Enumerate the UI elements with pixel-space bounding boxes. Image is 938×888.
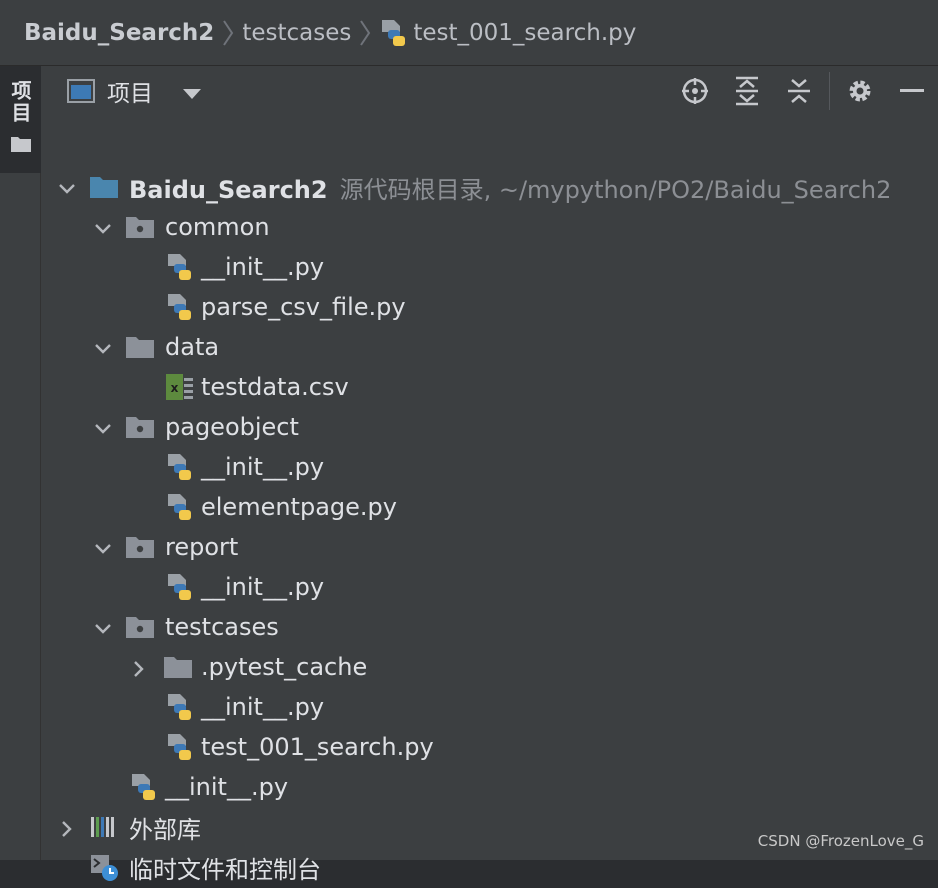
locate-file-button[interactable] (669, 66, 721, 116)
settings-button[interactable] (834, 66, 886, 116)
chevron-down-icon[interactable] (57, 177, 77, 197)
breadcrumb-folder[interactable]: testcases (242, 20, 351, 46)
tree-row-label: __init__.py (201, 253, 325, 281)
root-name: Baidu_Search2 (129, 175, 328, 204)
chevron-down-icon[interactable] (93, 217, 113, 237)
package-folder-icon (125, 612, 155, 642)
tree-row[interactable]: parse_csv_file.py (41, 287, 938, 327)
library-icon (89, 812, 119, 842)
chevron-right-icon (214, 17, 242, 49)
tree-row-label: .pytest_cache (201, 653, 368, 681)
tree-row-label: parse_csv_file.py (201, 293, 406, 321)
collapse-all-icon (788, 79, 810, 103)
chevron-right-icon (351, 17, 379, 49)
tree-row[interactable]: 临时文件和控制台 (41, 847, 938, 887)
tree-row[interactable]: __init__.py (41, 447, 938, 487)
chevron-down-icon[interactable] (93, 617, 113, 637)
watermark: CSDN @FrozenLove_G (757, 832, 924, 850)
project-toolbar: 项目 (41, 66, 938, 116)
python-file-icon (165, 572, 195, 602)
chevron-right-icon[interactable] (129, 657, 149, 677)
tree-row[interactable]: __init__.py (41, 247, 938, 287)
chevron-right-icon[interactable] (57, 817, 77, 837)
python-file-icon (165, 452, 195, 482)
python-file-icon (165, 692, 195, 722)
tree-row-label: __init__.py (201, 573, 325, 601)
window-icon (67, 79, 95, 103)
project-panel: 项目 Baidu_Search2 源代码根目录, ~/mypython/PO2/… (41, 66, 938, 884)
tree-row[interactable]: common (41, 207, 938, 247)
tree-row[interactable]: x testdata.csv (41, 367, 938, 407)
package-folder-icon (125, 212, 155, 242)
module-folder-icon (89, 172, 119, 202)
csv-file-icon: x (165, 372, 195, 402)
python-file-icon (165, 252, 195, 282)
scratch-console-icon (89, 852, 119, 882)
tree-row[interactable]: __init__.py (41, 567, 938, 607)
gear-icon (849, 80, 871, 102)
folder-icon (163, 652, 193, 682)
tree-row[interactable]: testcases (41, 607, 938, 647)
tree-row-label: elementpage.py (201, 493, 397, 521)
collapse-all-button[interactable] (773, 66, 825, 116)
tree-row[interactable]: pageobject (41, 407, 938, 447)
tree-root-row[interactable]: Baidu_Search2 源代码根目录, ~/mypython/PO2/Baid… (41, 167, 938, 207)
tree-row-label: pageobject (165, 413, 299, 441)
project-tab-label: 项目 (8, 80, 32, 124)
view-title: 项目 (107, 81, 153, 107)
tree-row[interactable]: __init__.py (41, 767, 938, 807)
python-file-icon (165, 292, 195, 322)
tree-row-label: 外部库 (129, 815, 201, 844)
tree-row-label: __init__.py (201, 693, 325, 721)
hide-panel-button[interactable] (886, 66, 938, 116)
tree-row[interactable]: elementpage.py (41, 487, 938, 527)
tree-row-label: 临时文件和控制台 (129, 855, 321, 884)
tree-row[interactable]: __init__.py (41, 687, 938, 727)
tree-row-label: common (165, 213, 270, 241)
python-file-icon (165, 732, 195, 762)
python-file-icon (165, 492, 195, 522)
tree-row-label: data (165, 333, 220, 361)
navigation-breadcrumb: Baidu_Search2 testcases test_001_search.… (0, 0, 938, 66)
dropdown-arrow-icon[interactable] (183, 85, 201, 99)
expand-all-button[interactable] (721, 66, 773, 116)
breadcrumb-file[interactable]: test_001_search.py (413, 20, 636, 46)
folder-icon (125, 332, 155, 362)
tree-root-label: Baidu_Search2 源代码根目录, ~/mypython/PO2/Baid… (129, 170, 891, 205)
tree-row[interactable]: report (41, 527, 938, 567)
tree-row[interactable]: test_001_search.py (41, 727, 938, 767)
view-selector[interactable]: 项目 (67, 74, 201, 108)
expand-all-icon (736, 76, 758, 106)
crosshair-icon (682, 78, 708, 104)
chevron-down-icon[interactable] (93, 537, 113, 557)
tree-row-label: testcases (165, 613, 279, 641)
tree-row-label: __init__.py (165, 773, 289, 801)
root-hint: 源代码根目录, ~/mypython/PO2/Baidu_Search2 (339, 175, 892, 204)
folder-icon (10, 136, 31, 152)
toolbar-divider (829, 72, 830, 110)
tool-window-strip: 项目 (0, 66, 41, 860)
breadcrumb-project[interactable]: Baidu_Search2 (24, 20, 214, 46)
tree-row-label: report (165, 533, 239, 561)
tree-row-label: __init__.py (201, 453, 325, 481)
svg-text:x: x (171, 381, 179, 395)
chevron-down-icon[interactable] (93, 337, 113, 357)
project-tool-tab[interactable]: 项目 (0, 66, 41, 173)
minimize-icon (900, 89, 924, 92)
tree-row[interactable]: .pytest_cache (41, 647, 938, 687)
tree-row-label: test_001_search.py (201, 733, 434, 761)
python-file-icon (129, 772, 159, 802)
tree-row[interactable]: data (41, 327, 938, 367)
package-folder-icon (125, 532, 155, 562)
package-folder-icon (125, 412, 155, 442)
chevron-down-icon[interactable] (93, 417, 113, 437)
python-file-icon (379, 18, 407, 48)
tree-row-label: testdata.csv (201, 373, 349, 401)
